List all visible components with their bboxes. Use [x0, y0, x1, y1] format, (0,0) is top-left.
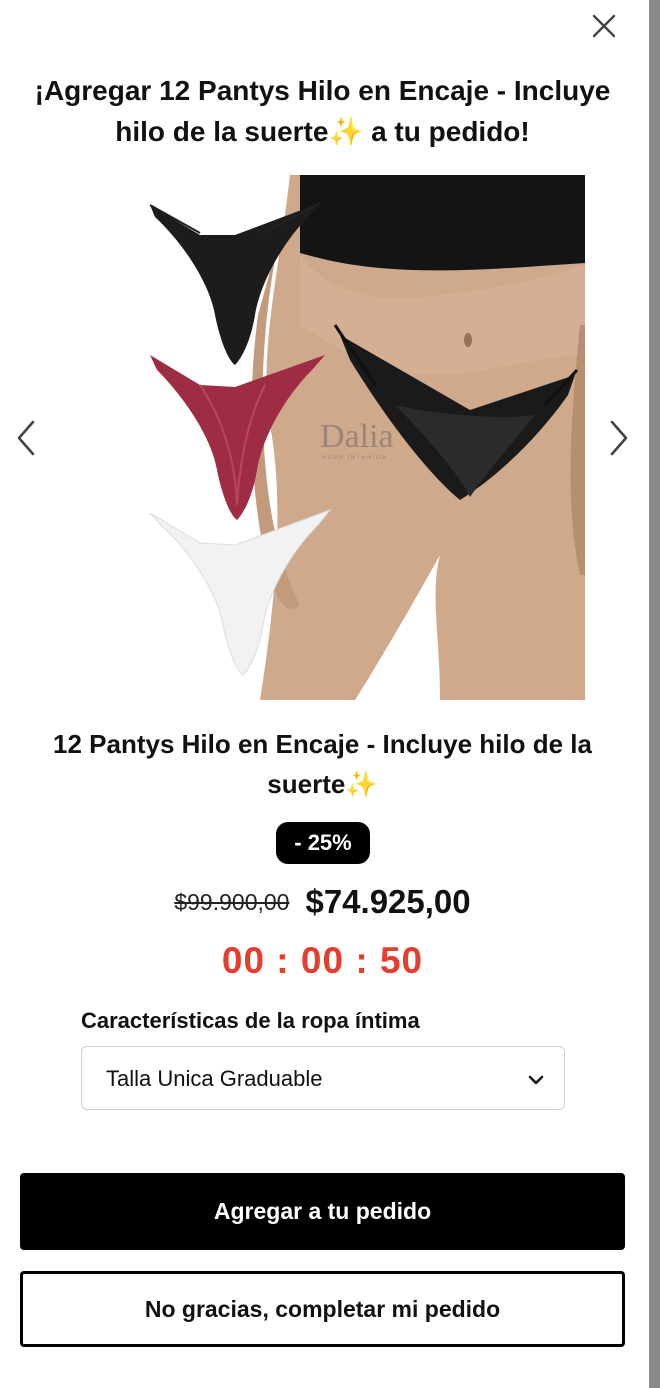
carousel-next-button[interactable] — [604, 418, 632, 458]
discount-badge: - 25% — [276, 822, 370, 864]
background-page-text — [0, 0, 630, 60]
scrollbar[interactable] — [649, 0, 660, 1388]
chevron-left-icon — [17, 420, 35, 456]
decline-button[interactable]: No gracias, completar mi pedido — [20, 1271, 625, 1347]
chevron-down-icon — [528, 1075, 544, 1085]
price-row: $99.900,00 $74.925,00 — [20, 880, 625, 924]
product-photo: Dalia ROPA INTERIOR — [140, 175, 585, 700]
upsell-modal: ¡Agregar 12 Pantys Hilo en Encaje - Incl… — [0, 0, 660, 1388]
carousel-prev-button[interactable] — [13, 418, 41, 458]
close-icon — [592, 14, 616, 38]
close-button[interactable] — [590, 12, 618, 40]
watermark-text: Dalia — [320, 418, 394, 455]
current-price: $74.925,00 — [305, 883, 471, 920]
countdown-timer: 00 : 00 : 50 — [221, 940, 424, 981]
chevron-right-icon — [610, 420, 628, 456]
watermark-subtext: ROPA INTERIOR — [322, 455, 388, 461]
modal-title: ¡Agregar 12 Pantys Hilo en Encaje - Incl… — [34, 75, 611, 147]
variant-select[interactable]: Talla Unica Graduable — [81, 1046, 565, 1110]
product-image: Dalia ROPA INTERIOR — [140, 175, 585, 700]
variant-label: Características de la ropa íntima — [81, 1008, 420, 1033]
original-price: $99.900,00 — [174, 888, 290, 915]
variant-selected-value: Talla Unica Graduable — [106, 1066, 323, 1091]
product-name: 12 Pantys Hilo en Encaje - Incluye hilo … — [53, 729, 592, 799]
add-to-order-button[interactable]: Agregar a tu pedido — [20, 1173, 625, 1250]
